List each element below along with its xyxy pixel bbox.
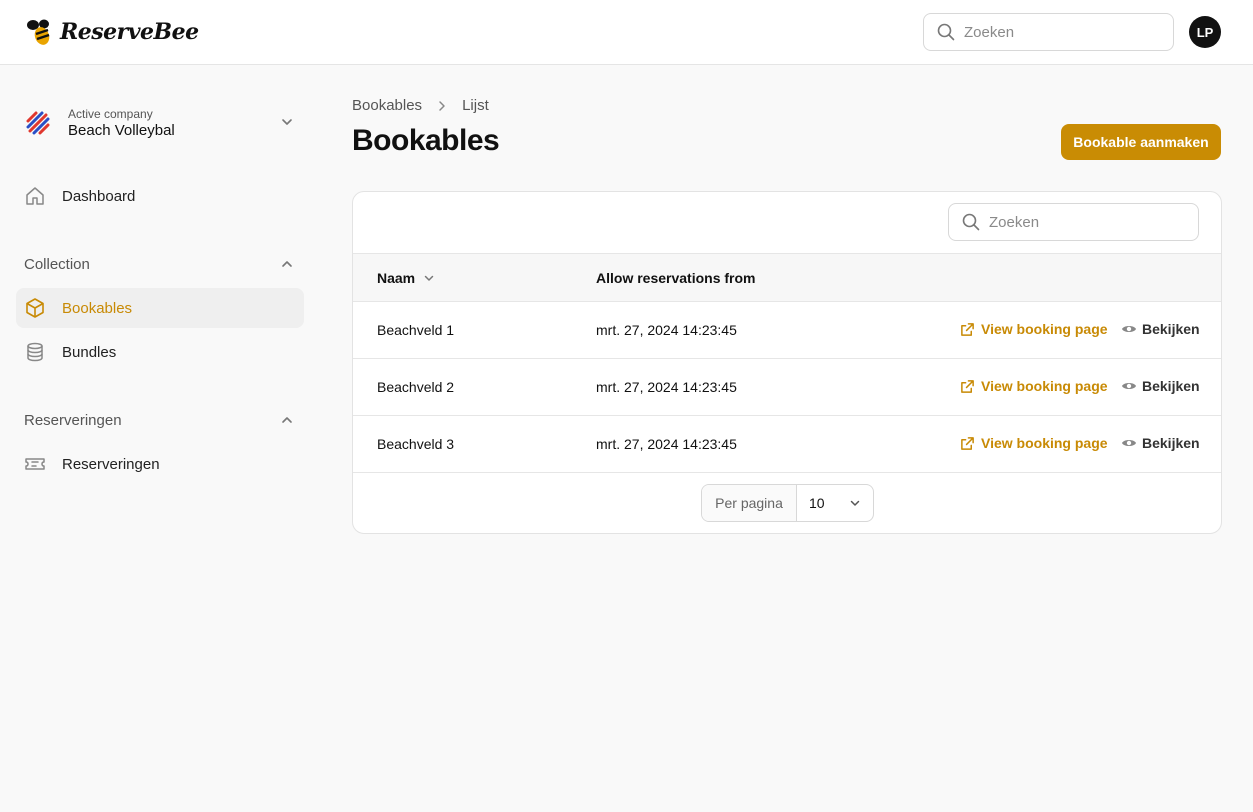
view-booking-page-label: View booking page [981, 378, 1108, 394]
sort-chevron-down-icon [424, 275, 434, 281]
breadcrumb-item-current: Lijst [462, 97, 489, 114]
cell-name: Beachveld 2 [377, 379, 455, 395]
table-row: Beachveld 2 mrt. 27, 2024 14:23:45 View … [353, 359, 1221, 416]
table-search-input[interactable] [989, 213, 1169, 231]
view-button-label: Bekijken [1142, 378, 1200, 394]
create-bookable-button[interactable]: Bookable aanmaken [1061, 124, 1221, 160]
table-row: Beachveld 1 mrt. 27, 2024 14:23:45 View … [353, 302, 1221, 359]
eye-icon [1122, 383, 1136, 389]
per-page-value: 10 [809, 495, 825, 511]
table-row: Beachveld 3 mrt. 27, 2024 14:23:45 View … [353, 416, 1221, 473]
sidebar-group-reserveringen[interactable]: Reserveringen [24, 409, 300, 431]
view-button-label: Bekijken [1142, 321, 1200, 337]
view-button-label: Bekijken [1142, 435, 1200, 451]
sidebar-item-bookables[interactable]: Bookables [16, 288, 304, 328]
pagination-per-page: Per pagina 10 [701, 484, 874, 522]
sidebar-item-label: Dashboard [62, 187, 136, 205]
logo-text: ReserveBee [60, 19, 199, 45]
external-link-icon [961, 379, 974, 393]
user-avatar[interactable]: LP [1189, 16, 1221, 48]
company-label: Active company [68, 107, 153, 121]
column-header-naam[interactable]: Naam [377, 270, 435, 286]
search-icon [937, 23, 955, 41]
header-search-input[interactable] [964, 23, 1144, 41]
chevron-up-icon [282, 261, 292, 267]
chevron-right-icon [439, 100, 445, 111]
view-booking-page-label: View booking page [981, 321, 1108, 337]
view-button[interactable]: Bekijken [1121, 321, 1200, 337]
cell-allow-from: mrt. 27, 2024 14:23:45 [596, 436, 737, 452]
external-link-icon [961, 436, 974, 450]
view-booking-page-label: View booking page [981, 435, 1108, 451]
breadcrumb-item-bookables[interactable]: Bookables [352, 97, 422, 114]
external-link-icon [961, 322, 974, 336]
per-page-label: Per pagina [702, 485, 797, 521]
view-button[interactable]: Bekijken [1121, 378, 1200, 394]
company-switcher[interactable]: Active company Beach Volleybal [24, 105, 300, 141]
chevron-up-icon [282, 417, 292, 423]
sidebar-item-reserveringen[interactable]: Reserveringen [16, 444, 304, 484]
eye-icon [1122, 326, 1136, 332]
bookables-table-card: Naam Allow reservations from Beachveld 1… [352, 191, 1222, 534]
database-icon [27, 342, 43, 362]
column-header-allow-from: Allow reservations from [596, 270, 756, 286]
home-icon [26, 187, 44, 205]
breadcrumb: Bookables Lijst [352, 97, 489, 114]
cell-allow-from: mrt. 27, 2024 14:23:45 [596, 379, 737, 395]
per-page-select[interactable]: 10 [797, 485, 873, 521]
chevron-down-icon [850, 500, 860, 506]
sidebar: Active company Beach Volleybal Dashboard… [0, 65, 320, 812]
company-logo-icon [26, 111, 50, 135]
ticket-icon [25, 458, 45, 470]
page-title: Bookables [352, 124, 500, 157]
cell-name: Beachveld 1 [377, 322, 455, 338]
sidebar-item-label: Bookables [62, 299, 133, 317]
search-icon [962, 213, 980, 231]
sidebar-item-label: Reserveringen [62, 455, 160, 473]
sidebar-group-label: Reserveringen [24, 411, 122, 429]
column-header-label: Naam [377, 270, 416, 286]
table-header: Naam Allow reservations from [353, 253, 1221, 302]
logo[interactable]: ReserveBee [24, 16, 199, 48]
sidebar-item-label: Bundles [62, 343, 117, 361]
bee-icon [27, 19, 50, 45]
sidebar-group-label: Collection [24, 255, 90, 273]
cell-allow-from: mrt. 27, 2024 14:23:45 [596, 322, 737, 338]
sidebar-group-collection[interactable]: Collection [24, 253, 300, 275]
eye-icon [1122, 440, 1136, 446]
header-search[interactable] [923, 13, 1174, 51]
view-button[interactable]: Bekijken [1121, 435, 1200, 451]
cell-name: Beachveld 3 [377, 436, 455, 452]
table-search[interactable] [948, 203, 1199, 241]
sidebar-item-dashboard[interactable]: Dashboard [16, 176, 304, 216]
view-booking-page-link[interactable]: View booking page [960, 321, 1108, 337]
sidebar-item-bundles[interactable]: Bundles [16, 332, 304, 372]
cube-icon [26, 298, 44, 318]
company-name: Beach Volleybal [68, 122, 175, 139]
top-bar: ReserveBee LP [0, 0, 1253, 65]
view-booking-page-link[interactable]: View booking page [960, 378, 1108, 394]
view-booking-page-link[interactable]: View booking page [960, 435, 1108, 451]
chevron-down-icon [282, 119, 292, 125]
